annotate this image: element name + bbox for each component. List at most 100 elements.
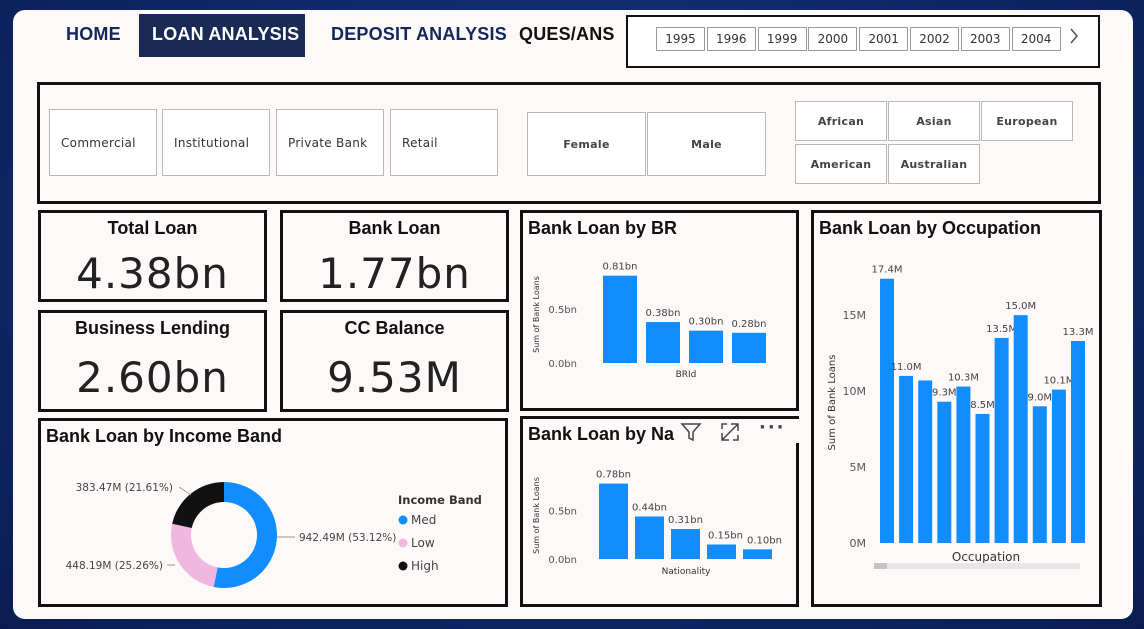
data-label: 0.44bn <box>632 502 667 513</box>
kpi-label: Business Lending <box>74 318 231 338</box>
bar <box>689 330 723 363</box>
data-label: 15.0M <box>1005 301 1036 312</box>
data-label: 9.0M <box>1028 392 1053 403</box>
visual-toolbar: ··· <box>675 417 801 443</box>
year-button-2000[interactable]: 2000 <box>808 27 858 51</box>
year-button-1999[interactable]: 1999 <box>757 27 807 51</box>
chart-bank-loan-by-nationality[interactable]: Bank Loan by Na ··· Sum of Bank Loans 0.0… <box>520 416 801 607</box>
data-label: 0.10bn <box>747 535 782 546</box>
kpi-bank-loan: Bank Loan 1.77bn <box>280 210 509 302</box>
bar <box>743 549 772 559</box>
data-label: 383.47M (21.61%) <box>76 482 173 494</box>
bar <box>1051 389 1066 543</box>
filter-panel: Commercial Institutional Private Bank Retai… <box>37 82 1101 204</box>
bar <box>937 401 952 543</box>
slicer-nationality-australian[interactable]: Australian <box>888 144 980 184</box>
y-tick-label: 0M <box>850 537 867 550</box>
year-button-2003[interactable]: 2003 <box>960 27 1010 51</box>
chart-bank-loan-by-occupation[interactable]: Bank Loan by Occupation Sum of Bank Loan… <box>811 210 1102 607</box>
y-axis-title: Sum of Bank Loans <box>532 477 541 554</box>
legend-marker-low <box>398 538 408 548</box>
y-tick-label: 0.5bn <box>548 507 577 518</box>
nav-loan-label: LOAN ANALYSIS <box>152 24 300 44</box>
bar <box>646 322 680 363</box>
kpi-value: 9.53M <box>327 353 462 402</box>
chart-title: Bank Loan by Na <box>528 424 675 444</box>
more-options-icon[interactable]: ··· <box>759 417 786 438</box>
chart-bank-loan-by-br[interactable]: Bank Loan by BR Sum of Bank Loans 0.0bn 0.… <box>520 210 799 411</box>
kpi-business-lending: Business Lending 2.60bn <box>38 310 267 412</box>
year-slicer: 1995 1996 1999 2000 2001 2002 2003 2004 <box>626 15 1100 68</box>
bar <box>956 386 971 543</box>
bar <box>603 275 637 363</box>
slicer-nationality-american[interactable]: American <box>795 144 887 184</box>
nav-home[interactable]: HOME <box>66 24 121 45</box>
bar <box>918 380 933 543</box>
data-label: 11.0M <box>891 362 922 373</box>
kpi-total-loan: Total Loan 4.38bn <box>38 210 267 302</box>
year-button-1996[interactable]: 1996 <box>706 27 756 51</box>
slicer-segment-private-bank[interactable]: Private Bank <box>276 109 384 176</box>
bar <box>707 544 736 559</box>
nav-loan-analysis[interactable]: LOAN ANALYSIS <box>139 14 305 57</box>
data-label: 0.31bn <box>668 515 703 526</box>
year-button-2001[interactable]: 2001 <box>859 27 909 51</box>
slicer-segment-retail[interactable]: Retail <box>390 109 498 176</box>
y-tick-label: 0.0bn <box>548 359 577 370</box>
legend-marker-med <box>398 515 408 525</box>
slicer-segment-commercial[interactable]: Commercial <box>49 109 157 176</box>
data-label: 942.49M (53.12%) <box>299 532 396 544</box>
scrollbar-thumb <box>874 563 887 569</box>
x-axis-title: Nationality <box>662 567 712 577</box>
data-label: 17.4M <box>872 265 903 276</box>
slicer-nationality-asian[interactable]: Asian <box>888 101 980 141</box>
data-label: 9.3M <box>932 388 957 399</box>
bar <box>899 375 914 543</box>
legend-label: Med <box>411 513 436 527</box>
legend-title: Income Band <box>398 493 482 507</box>
legend-label: High <box>411 559 439 573</box>
y-tick-label: 0.5bn <box>548 305 577 316</box>
chevron-right-icon[interactable] <box>1068 27 1080 49</box>
slicer-segment-institutional[interactable]: Institutional <box>162 109 270 176</box>
slicer-nationality-european[interactable]: European <box>981 101 1073 141</box>
data-label: 448.19M (25.26%) <box>66 560 163 572</box>
slicer-nationality-african[interactable]: African <box>795 101 887 141</box>
bar <box>599 483 628 559</box>
y-axis-title: Sum of Bank Loans <box>827 355 838 451</box>
y-tick-label: 10M <box>843 385 867 398</box>
chart-bank-loan-by-income-band[interactable]: Bank Loan by Income Band 942.49M (53.12%… <box>38 418 508 607</box>
year-button-1995[interactable]: 1995 <box>656 27 705 51</box>
focus-mode-icon[interactable] <box>719 421 741 448</box>
nav-deposit-analysis[interactable]: DEPOSIT ANALYSIS <box>331 24 507 45</box>
x-axis-title: Occupation <box>952 550 1020 564</box>
slicer-gender-male[interactable]: Male <box>647 112 766 176</box>
nav-ques-ans[interactable]: QUES/ANS <box>519 24 615 45</box>
year-button-2004[interactable]: 2004 <box>1011 27 1061 51</box>
bar <box>1032 406 1047 543</box>
scrollbar-track <box>874 563 1080 569</box>
year-button-2002[interactable]: 2002 <box>910 27 959 51</box>
data-label: 10.3M <box>948 373 979 384</box>
bar <box>1071 340 1085 543</box>
data-label: 13.3M <box>1063 327 1094 338</box>
chart-title: Bank Loan by Income Band <box>46 426 283 446</box>
data-label: 13.5M <box>986 324 1017 335</box>
slicer-gender-female[interactable]: Female <box>527 112 646 176</box>
filter-icon[interactable] <box>680 421 702 448</box>
data-label: 0.81bn <box>603 262 638 273</box>
y-axis-title: Sum of Bank Loans <box>532 276 541 353</box>
data-label: 0.15bn <box>708 531 743 542</box>
dashboard-canvas: HOME LOAN ANALYSIS DEPOSIT ANALYSIS QUES… <box>13 10 1133 619</box>
donut-slice-high <box>172 482 224 529</box>
bar <box>994 337 1009 543</box>
legend-label: Low <box>411 536 435 550</box>
data-label: 0.78bn <box>596 470 631 481</box>
bar <box>635 516 664 559</box>
bar <box>732 332 766 363</box>
y-tick-label: 5M <box>850 461 867 474</box>
data-label: 0.28bn <box>732 319 767 330</box>
data-label: 0.38bn <box>646 308 681 319</box>
kpi-label: Total Loan <box>107 218 198 238</box>
chart-title: Bank Loan by BR <box>528 218 678 238</box>
